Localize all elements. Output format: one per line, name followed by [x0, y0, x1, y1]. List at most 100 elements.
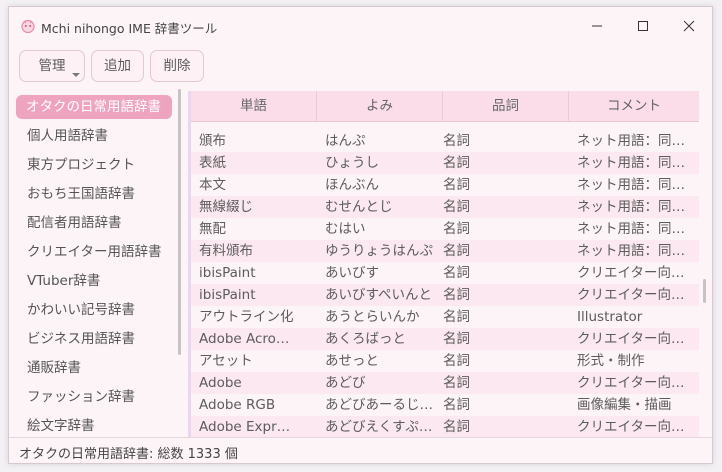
cell-pos: 名詞	[443, 177, 470, 193]
cell-word: 無配	[199, 221, 226, 237]
cell-pos: 名詞	[443, 397, 470, 413]
table-row[interactable]: ibisPaint あいびす 名詞 クリエイター向…	[191, 262, 699, 284]
table-row[interactable]: 本文 ほんぶん 名詞 ネット用語：同…	[191, 174, 699, 196]
app-icon	[20, 18, 36, 34]
cell-comment: ネット用語：同…	[577, 155, 685, 171]
dictionary-item[interactable]: 配信者用語辞書	[16, 211, 172, 235]
cell-word: Adobe	[199, 375, 242, 391]
cell-comment: ネット用語：同…	[577, 177, 685, 193]
manage-menu-button[interactable]: 管理	[19, 50, 85, 82]
column-header-comment[interactable]: コメント	[569, 91, 699, 122]
dictionary-item[interactable]: ファッション辞書	[16, 385, 172, 409]
cell-reading: あせっと	[325, 353, 379, 369]
add-button[interactable]: 追加	[91, 50, 144, 82]
table-row[interactable]: Adobe Acro… あくろばっと 名詞 クリエイター向…	[191, 328, 699, 350]
cell-pos: 名詞	[443, 375, 470, 391]
table-row[interactable]: 無線綴じ むせんとじ 名詞 ネット用語：同…	[191, 196, 699, 218]
dictionary-item[interactable]: 絵文字辞書	[16, 414, 172, 437]
cell-comment: ネット用語：同…	[577, 243, 685, 259]
chevron-down-icon	[72, 73, 80, 77]
cell-reading: あどびあーるじ…	[325, 397, 433, 413]
word-table: 単語 よみ 品詞 コメント 頒布 はんぷ 名詞 ネット用語：同… 表紙 ひょうし…	[188, 91, 702, 437]
cell-comment: クリエイター向…	[577, 419, 685, 435]
cell-reading: はんぷ	[325, 133, 366, 149]
cell-pos: 名詞	[443, 265, 470, 281]
column-header-pos[interactable]: 品詞	[443, 91, 569, 122]
dictionary-list: オタクの日常用語辞書 個人用語辞書 東方プロジェクト おもち王国語辞書 配信者用…	[14, 91, 180, 437]
cell-reading: ひょうし	[325, 155, 379, 171]
cell-comment: ネット用語：同…	[577, 221, 685, 237]
table-row[interactable]: アセット あせっと 名詞 形式・制作	[191, 350, 699, 372]
dictionary-item[interactable]: おもち王国語辞書	[16, 182, 172, 206]
cell-word: 有料頒布	[199, 243, 253, 259]
table-row[interactable]: 表紙 ひょうし 名詞 ネット用語：同…	[191, 152, 699, 174]
cell-pos: 名詞	[443, 287, 470, 303]
dictionary-item[interactable]: 東方プロジェクト	[16, 153, 172, 177]
maximize-icon	[638, 21, 648, 31]
cell-comment: クリエイター向…	[577, 331, 685, 347]
cell-comment: ネット用語：同…	[577, 199, 685, 215]
cell-reading: あいびすぺいんと	[325, 287, 433, 303]
cell-word: 本文	[199, 177, 226, 193]
cell-comment: ネット用語：同…	[577, 133, 685, 149]
table-row[interactable]: 無配 むはい 名詞 ネット用語：同…	[191, 218, 699, 240]
cell-word: 表紙	[199, 155, 226, 171]
table-row[interactable]: Adobe あどび 名詞 クリエイター向…	[191, 372, 699, 394]
cell-pos: 名詞	[443, 353, 470, 369]
maximize-button[interactable]	[620, 7, 666, 45]
column-header-reading[interactable]: よみ	[317, 91, 443, 122]
cell-pos: 名詞	[443, 133, 470, 149]
cell-reading: あくろばっと	[325, 331, 406, 347]
cell-word: Adobe Acro…	[199, 331, 290, 347]
status-bar: オタクの日常用語辞書: 総数 1333 個	[9, 437, 712, 463]
cell-pos: 名詞	[443, 309, 470, 325]
cell-reading: むはい	[325, 221, 366, 237]
sidebar-scrollbar[interactable]	[178, 89, 181, 355]
cell-reading: ゆうりょうはんぷ	[325, 243, 433, 259]
close-button[interactable]	[666, 7, 712, 45]
dictionary-item[interactable]: VTuber辞書	[16, 269, 172, 293]
dictionary-item[interactable]: 個人用語辞書	[16, 124, 172, 148]
cell-word: Adobe RGB	[199, 397, 276, 413]
table-row[interactable]: ibisPaint あいびすぺいんと 名詞 クリエイター向…	[191, 284, 699, 306]
table-row[interactable]: アウトライン化 あうとらいんか 名詞 Illustrator	[191, 306, 699, 328]
cell-reading: あどびえくすぷ…	[325, 419, 433, 435]
cell-reading: ほんぶん	[325, 177, 379, 193]
cell-reading: あうとらいんか	[325, 309, 420, 325]
add-button-label: 追加	[104, 58, 131, 74]
table-row[interactable]: 有料頒布 ゆうりょうはんぷ 名詞 ネット用語：同…	[191, 240, 699, 262]
minimize-button[interactable]	[574, 7, 620, 45]
cell-pos: 名詞	[443, 419, 470, 435]
dictionary-item[interactable]: ビジネス用語辞書	[16, 327, 172, 351]
cell-comment: 形式・制作	[577, 353, 645, 369]
cell-reading: あいびす	[325, 265, 379, 281]
cell-word: Adobe Expr…	[199, 419, 291, 435]
dictionary-item[interactable]: かわいい記号辞書	[16, 298, 172, 322]
toolbar: 管理 追加 削除	[9, 45, 712, 91]
cell-pos: 名詞	[443, 199, 470, 215]
table-header: 単語 よみ 品詞 コメント	[191, 91, 699, 122]
table-scrollbar[interactable]	[703, 279, 706, 303]
table-row[interactable]: Adobe RGB あどびあーるじ… 名詞 画像編集・描画	[191, 394, 699, 416]
title-bar[interactable]: Mchi nihongo IME 辞書ツール	[9, 7, 712, 45]
table-row[interactable]: Adobe Expr… あどびえくすぷ… 名詞 クリエイター向…	[191, 416, 699, 437]
column-header-word[interactable]: 単語	[191, 91, 317, 122]
minimize-icon	[592, 25, 602, 27]
dictionary-item[interactable]: 通販辞書	[16, 356, 172, 380]
cell-comment: クリエイター向…	[577, 287, 685, 303]
dictionary-item[interactable]: クリエイター用語辞書	[16, 240, 172, 264]
cell-word: アウトライン化	[199, 309, 294, 325]
cell-pos: 名詞	[443, 331, 470, 347]
cell-comment: 画像編集・描画	[577, 397, 672, 413]
status-text: オタクの日常用語辞書: 総数 1333 個	[19, 447, 238, 462]
cell-word: 頒布	[199, 133, 226, 149]
delete-button[interactable]: 削除	[150, 50, 204, 82]
table-row[interactable]: 頒布 はんぷ 名詞 ネット用語：同…	[191, 130, 699, 152]
cell-word: アセット	[199, 353, 253, 369]
manage-button-label: 管理	[38, 58, 66, 74]
close-icon	[683, 20, 695, 32]
cell-reading: あどび	[325, 375, 366, 391]
dictionary-item[interactable]: オタクの日常用語辞書	[16, 95, 172, 119]
cell-comment: クリエイター向…	[577, 375, 685, 391]
cell-word: ibisPaint	[199, 287, 256, 303]
